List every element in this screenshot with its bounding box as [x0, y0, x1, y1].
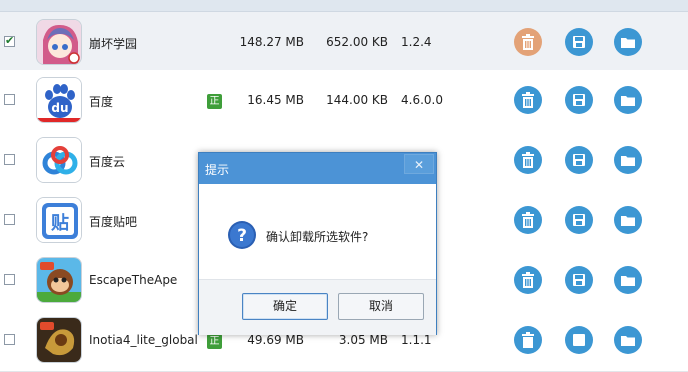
- folder-icon: [621, 216, 635, 226]
- table-row[interactable]: du 百度 正 16.45 MB 144.00 KB 4.6.0.0: [0, 70, 688, 132]
- app-version: 1.1.1: [401, 333, 432, 347]
- app-data-size: 652.00 KB: [326, 35, 388, 49]
- open-folder-button[interactable]: [614, 206, 642, 234]
- question-icon: ?: [228, 221, 256, 249]
- trash-icon: [522, 272, 534, 288]
- open-folder-button[interactable]: [614, 266, 642, 294]
- folder-icon: [621, 156, 635, 166]
- app-name: EscapeTheApe: [89, 273, 178, 287]
- row-checkbox[interactable]: [4, 214, 15, 225]
- open-folder-button[interactable]: [614, 86, 642, 114]
- dialog-titlebar[interactable]: 提示 ✕: [199, 153, 436, 184]
- uninstall-button[interactable]: [514, 86, 542, 114]
- save-icon: [573, 214, 585, 226]
- app-icon-escapetheape: [36, 257, 82, 303]
- app-icon-baidu-cloud: [36, 137, 82, 183]
- row-checkbox[interactable]: [4, 154, 15, 165]
- folder-icon: [621, 38, 635, 48]
- close-icon: ✕: [413, 158, 425, 172]
- app-name: 百度: [89, 95, 114, 109]
- trash-icon: [522, 212, 534, 228]
- app-icon-tieba: 贴: [36, 197, 82, 243]
- save-icon: [573, 334, 585, 346]
- save-icon: [573, 274, 585, 286]
- app-icon-inotia4: [36, 317, 82, 363]
- dialog-footer: 确定 取消: [199, 279, 436, 335]
- backup-button[interactable]: [565, 146, 593, 174]
- backup-button[interactable]: [565, 266, 593, 294]
- open-folder-button[interactable]: [614, 28, 642, 56]
- dialog-body: ? 确认卸载所选软件?: [199, 184, 436, 279]
- save-icon: [573, 36, 585, 48]
- save-icon: [573, 94, 585, 106]
- folder-icon: [621, 276, 635, 286]
- app-size: 16.45 MB: [247, 93, 304, 107]
- app-data-size: 144.00 KB: [326, 93, 388, 107]
- app-icon-baidu: du: [36, 77, 82, 123]
- app-name: 百度云: [89, 155, 126, 169]
- row-checkbox[interactable]: [4, 94, 15, 105]
- row-checkbox[interactable]: [4, 34, 15, 47]
- list-top-strip: [0, 0, 688, 12]
- svg-text:贴: 贴: [51, 212, 69, 234]
- app-size: 49.69 MB: [247, 333, 304, 347]
- app-name: Inotia4_lite_global: [89, 333, 198, 347]
- trash-icon: [522, 332, 534, 348]
- ok-button[interactable]: 确定: [242, 293, 328, 320]
- open-folder-button[interactable]: [614, 146, 642, 174]
- uninstall-button[interactable]: [514, 28, 542, 56]
- table-row[interactable]: 崩坏学园 148.27 MB 652.00 KB 1.2.4: [0, 12, 688, 74]
- app-size: 148.27 MB: [239, 35, 304, 49]
- row-checkbox[interactable]: [4, 274, 15, 285]
- app-version: 1.2.4: [401, 35, 432, 49]
- app-data-size: 3.05 MB: [338, 333, 388, 347]
- backup-button[interactable]: [565, 86, 593, 114]
- backup-button[interactable]: [565, 28, 593, 56]
- trash-icon: [522, 34, 534, 50]
- official-badge: 正: [207, 94, 222, 109]
- app-name: 崩坏学园: [89, 37, 138, 51]
- uninstall-button[interactable]: [514, 146, 542, 174]
- uninstall-button[interactable]: [514, 326, 542, 354]
- backup-button[interactable]: [565, 206, 593, 234]
- backup-button[interactable]: [565, 326, 593, 354]
- folder-icon: [621, 96, 635, 106]
- uninstall-button[interactable]: [514, 206, 542, 234]
- dialog-title: 提示: [205, 163, 230, 177]
- svg-text:du: du: [51, 101, 68, 115]
- save-icon: [573, 154, 585, 166]
- app-name: 百度贴吧: [89, 215, 138, 229]
- svg-text:?: ?: [237, 226, 247, 246]
- confirm-uninstall-dialog: 提示 ✕ ? 确认卸载所选软件? 确定 取消: [198, 152, 437, 335]
- dialog-message: 确认卸载所选软件?: [266, 230, 369, 244]
- cancel-button[interactable]: 取消: [338, 293, 424, 320]
- row-checkbox[interactable]: [4, 334, 15, 345]
- app-icon-honkai: [36, 19, 82, 65]
- trash-icon: [522, 92, 534, 108]
- close-button[interactable]: ✕: [404, 154, 434, 174]
- folder-icon: [621, 336, 635, 346]
- app-version: 4.6.0.0: [401, 93, 443, 107]
- uninstall-button[interactable]: [514, 266, 542, 294]
- open-folder-button[interactable]: [614, 326, 642, 354]
- trash-icon: [522, 152, 534, 168]
